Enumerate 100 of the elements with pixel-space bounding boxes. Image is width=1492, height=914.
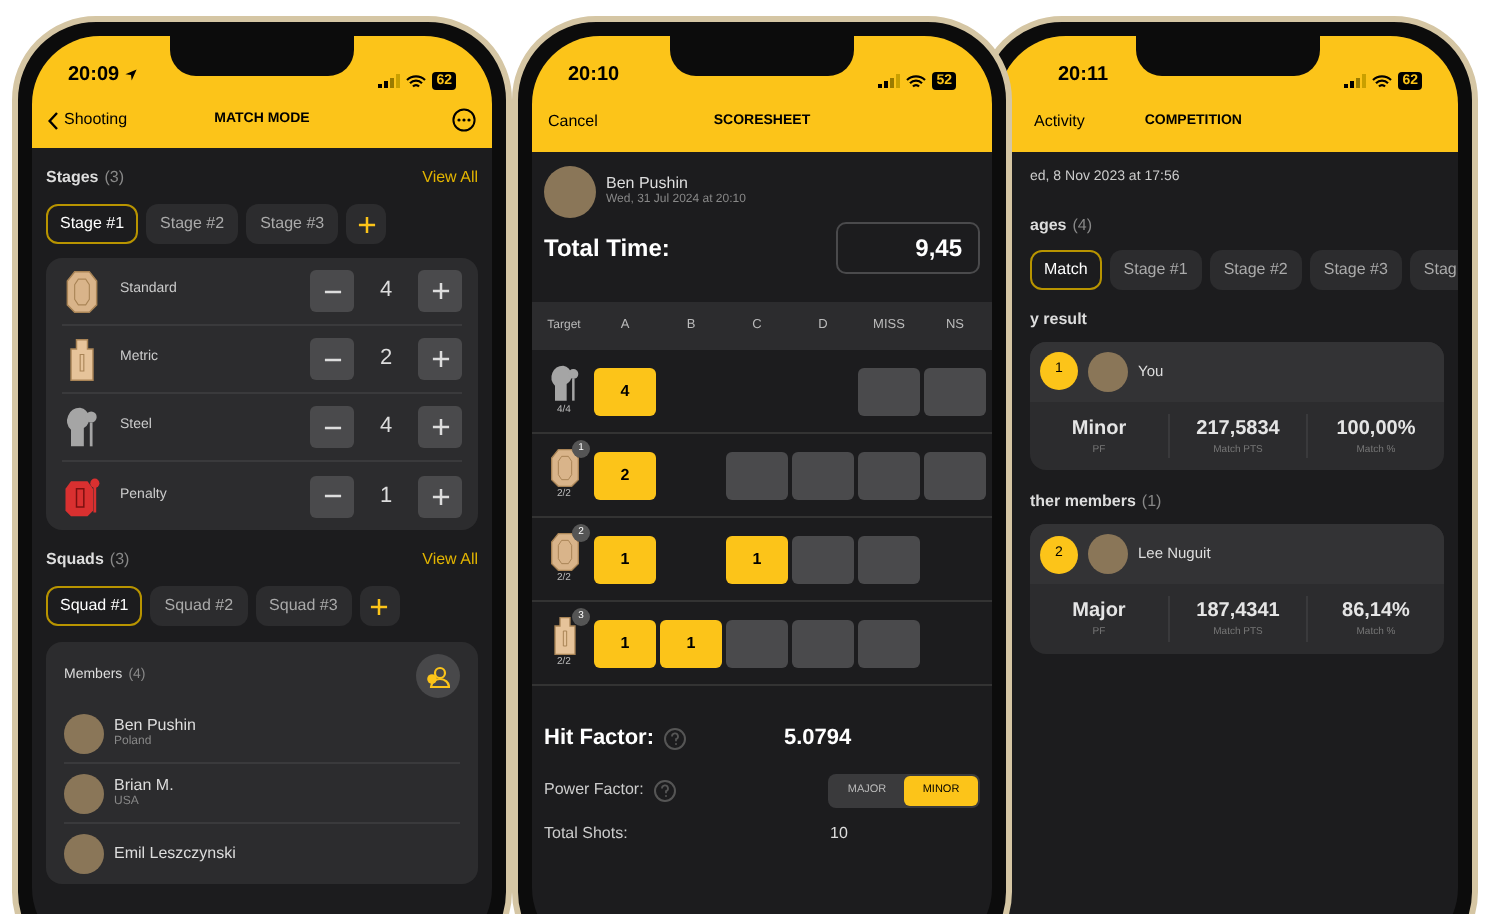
tab[interactable]: Stage #2 [1209,249,1302,289]
section-title: ages [1030,213,1067,237]
back-button[interactable]: Shooting [48,108,128,132]
avatar-photo [1088,534,1128,574]
section-title: Squads [46,548,104,572]
minus-icon [323,425,341,429]
wifi-icon [906,73,927,89]
target-count: 2 [377,344,395,375]
empty-score-cell[interactable] [792,451,854,499]
empty-score-cell[interactable] [858,535,920,583]
wifi-icon [1372,73,1393,89]
signal-icon [378,74,401,88]
stat-value: 187,4341 [1196,598,1280,626]
plus-icon [370,597,389,615]
avatar-photo [64,773,104,813]
total-time-label: Total Time: [544,232,670,266]
score-cell[interactable]: 4 [594,367,656,415]
avatar-photo [1088,351,1128,391]
plus-icon [431,418,449,436]
minus-button[interactable] [310,406,354,448]
add-button[interactable] [346,204,387,244]
stat-value: 100,00% [1336,415,1416,443]
minus-button[interactable] [310,270,354,312]
tab[interactable]: Stag [1409,249,1458,289]
shooter-name: Ben Pushin [606,174,690,193]
plus-button[interactable] [418,406,462,448]
help-icon[interactable] [653,779,676,801]
status-time: 20:10 [568,62,620,90]
plus-button[interactable] [418,270,462,312]
empty-score-cell[interactable] [792,619,854,667]
status-time: 20:09 [68,62,120,90]
signal-icon [878,74,901,88]
target-icon [62,269,102,313]
back-button[interactable]: Activity [1034,110,1085,134]
steel-target-icon [62,405,102,449]
help-icon[interactable] [664,727,686,750]
target-icon [547,531,581,572]
hit-factor-value: 5.0794 [784,724,852,754]
member-name: Ben Pushin [114,715,196,735]
score-cell[interactable]: 2 [594,451,656,499]
empty-score-cell[interactable] [858,451,920,499]
tab[interactable]: Stage #3 [246,204,339,244]
tab[interactable]: Squad #1 [46,586,143,626]
section-count: (4) [1072,213,1093,237]
tab[interactable]: Stage #2 [146,204,239,244]
total-shots-label: Total Shots: [544,821,630,845]
stat-value: Major [1072,598,1126,626]
score-cell[interactable]: 1 [594,535,656,583]
empty-score-cell[interactable] [858,619,920,667]
avatar-photo [64,834,104,874]
plus-button[interactable] [418,338,462,380]
section-count: (1) [1141,490,1162,514]
stat-value: 86,14% [1342,598,1410,626]
view-all-link[interactable]: View All [422,548,478,572]
empty-score-cell[interactable] [726,619,788,667]
minus-icon [323,357,341,361]
target-count: 1 [377,481,395,512]
score-cell[interactable]: 1 [660,619,722,667]
section-count: (3) [104,166,125,190]
plus-icon [357,215,376,233]
stat-value: 217,5834 [1196,415,1280,443]
more-icon [452,108,476,132]
tab[interactable]: Squad #3 [255,586,352,626]
status-time: 20:11 [1058,62,1109,90]
plus-icon [431,487,449,505]
empty-score-cell[interactable] [726,451,788,499]
tab[interactable]: Stage #3 [1309,249,1402,289]
plus-button[interactable] [418,475,462,517]
steel-target-icon [547,363,581,404]
section-title: ther members [1030,490,1136,514]
avatar-photo [64,713,104,753]
minus-button[interactable] [310,475,354,517]
add-button[interactable] [359,586,400,626]
minus-icon [323,289,341,293]
tab[interactable]: Stage #1 [46,204,139,244]
empty-score-cell[interactable] [924,451,986,499]
back-icon [48,111,58,129]
minus-button[interactable] [310,338,354,380]
score-cell[interactable]: 1 [594,619,656,667]
target-count: 4 [377,412,395,443]
empty-score-cell[interactable] [792,535,854,583]
tab[interactable]: Squad #2 [150,586,248,626]
total-time-field[interactable]: 9,45 [836,222,980,274]
tab[interactable]: Stage #1 [1109,249,1202,289]
view-all-link[interactable]: View All [422,166,478,190]
score-cell[interactable]: 1 [726,535,788,583]
more-button[interactable] [452,108,476,132]
cancel-button[interactable]: Cancel [548,110,598,134]
target-icon [547,447,581,488]
member-name: Brian M. [114,775,174,795]
add-member-button[interactable] [416,654,460,698]
empty-score-cell[interactable] [858,367,920,415]
tab[interactable]: Match [1030,249,1102,289]
signal-icon [1344,74,1367,88]
add-person-icon [426,665,450,687]
member-name: Emil Leszczynski [114,844,236,864]
section-title: y result [1030,307,1087,331]
empty-score-cell[interactable] [924,367,986,415]
penalty-target-icon [62,474,102,518]
hit-factor-label: Hit Factor: [544,724,654,754]
